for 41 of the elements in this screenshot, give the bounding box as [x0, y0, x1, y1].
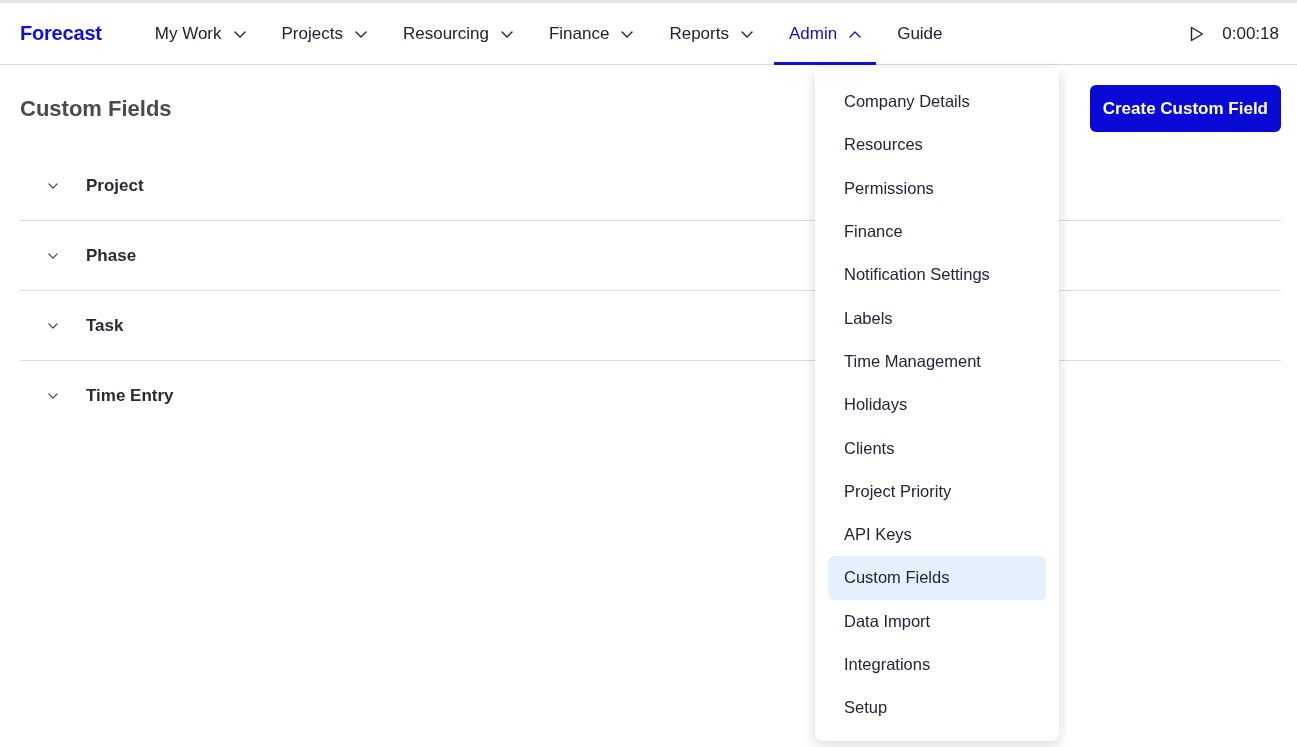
menu-item[interactable]: Data Import — [828, 599, 1046, 643]
chevron-icon — [621, 30, 634, 38]
section-toggle[interactable]: Phase — [46, 241, 139, 270]
forecast-logo[interactable]: Forecast — [20, 3, 102, 64]
create-custom-field-button[interactable]: Create Custom Field — [1089, 85, 1281, 132]
menu-item[interactable]: API Keys — [828, 512, 1046, 557]
nav-tab[interactable]: Projects — [266, 3, 382, 65]
menu-item[interactable]: Company Details — [828, 80, 1046, 124]
chevron-icon — [48, 252, 58, 259]
nav-tab[interactable]: Resourcing — [387, 3, 528, 65]
menu-item[interactable]: Holidays — [828, 383, 1046, 427]
section-toggle[interactable]: Task — [46, 311, 126, 340]
timer-text: 0:00:18 — [1222, 23, 1279, 44]
nav-tab[interactable]: Admin — [773, 3, 877, 65]
menu-item[interactable]: Resources — [828, 123, 1046, 167]
menu-item[interactable]: Custom Fields — [828, 556, 1046, 600]
chevron-icon — [233, 30, 246, 38]
section-toggle[interactable]: Project — [46, 171, 146, 200]
chevron-icon — [849, 30, 862, 38]
chevron-icon — [48, 322, 58, 329]
chevron-icon — [48, 182, 58, 189]
nav-tab[interactable]: Guide — [882, 3, 958, 65]
page-title: Custom Fields — [20, 95, 172, 122]
chevron-icon — [500, 30, 513, 38]
menu-item[interactable]: Setup — [828, 686, 1046, 730]
menu-item[interactable]: Time Management — [828, 339, 1046, 384]
menu-item[interactable]: Finance — [828, 209, 1046, 254]
chevron-icon — [354, 30, 367, 38]
menu-item[interactable]: Notification Settings — [828, 253, 1046, 297]
menu-item[interactable]: Integrations — [828, 642, 1046, 687]
nav-tab[interactable]: My Work — [139, 3, 261, 65]
menu-item[interactable]: Clients — [828, 426, 1046, 470]
nav-tab[interactable]: Reports — [654, 3, 768, 65]
section-toggle[interactable]: Time Entry — [46, 382, 176, 410]
chevron-icon — [740, 30, 753, 38]
nav-tab[interactable]: Finance — [533, 3, 649, 65]
menu-item[interactable]: Project Priority — [828, 469, 1046, 513]
chevron-icon — [48, 393, 58, 399]
menu-item[interactable]: Labels — [828, 296, 1046, 340]
menu-item[interactable]: Permissions — [828, 166, 1046, 210]
play-icon[interactable] — [1190, 25, 1205, 42]
